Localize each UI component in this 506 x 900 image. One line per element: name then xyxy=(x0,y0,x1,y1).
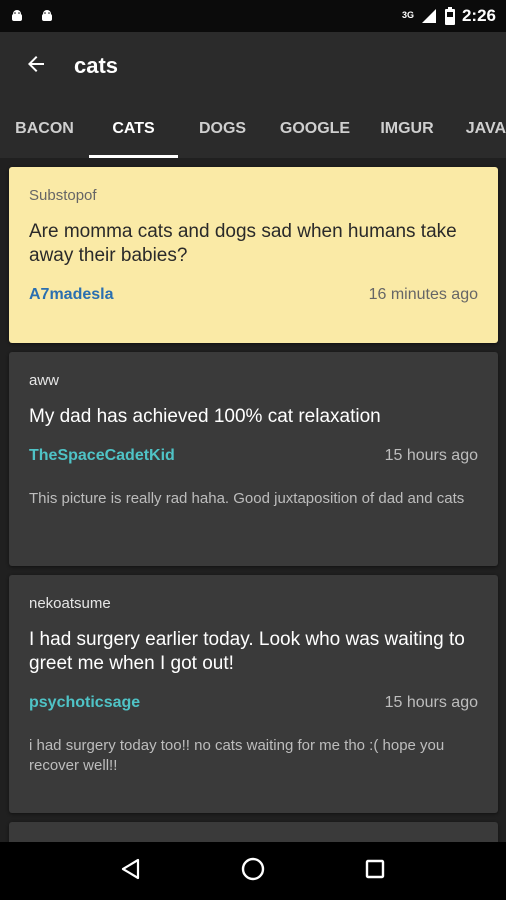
post-comment: This picture is really rad haha. Good ju… xyxy=(29,490,465,507)
post-time: 16 minutes ago xyxy=(368,286,478,303)
post-subreddit[interactable]: nekoatsume xyxy=(29,595,478,612)
post-author[interactable]: psychoticsage xyxy=(29,694,140,712)
post-time: 15 hours ago xyxy=(384,694,478,711)
android-icon xyxy=(40,9,54,23)
tab-imgur[interactable]: IMGUR xyxy=(363,100,451,158)
signal-icon xyxy=(420,7,438,25)
home-circle-icon xyxy=(240,856,266,887)
tab-google[interactable]: GOOGLE xyxy=(267,100,363,158)
post-title[interactable]: My dad has achieved 100% cat relaxation xyxy=(29,405,478,429)
post-comment: i had surgery today too!! no cats waitin… xyxy=(29,737,445,774)
post-subreddit[interactable]: Substopof xyxy=(29,187,478,204)
nav-home-button[interactable] xyxy=(229,847,277,895)
post-author[interactable]: A7madesla xyxy=(29,286,114,304)
nav-recents-button[interactable] xyxy=(351,847,399,895)
post-card[interactable]: Substopof Are momma cats and dogs sad wh… xyxy=(9,167,498,343)
nav-back-button[interactable] xyxy=(107,847,155,895)
tab-bacon[interactable]: BACON xyxy=(0,100,89,158)
post-subreddit[interactable]: aww xyxy=(29,372,478,389)
post-feed[interactable]: Substopof Are momma cats and dogs sad wh… xyxy=(0,158,506,842)
tab-java[interactable]: JAVA xyxy=(451,100,506,158)
post-author[interactable]: TheSpaceCadetKid xyxy=(29,447,175,465)
tab-dogs[interactable]: DOGS xyxy=(178,100,267,158)
android-icon xyxy=(10,9,24,23)
tab-bar: BACON CATS DOGS GOOGLE IMGUR JAVA xyxy=(0,100,506,158)
status-time: 2:26 xyxy=(461,6,496,25)
app-bar: cats xyxy=(0,32,506,100)
back-triangle-icon xyxy=(119,857,143,886)
recents-square-icon xyxy=(364,858,386,885)
post-card[interactable]: nekoatsume I had surgery earlier today. … xyxy=(9,575,498,813)
post-card[interactable]: aww My dad has achieved 100% cat relaxat… xyxy=(9,352,498,566)
post-title[interactable]: I had surgery earlier today. Look who wa… xyxy=(29,628,478,676)
battery-icon xyxy=(444,7,456,25)
tab-java-label: JAVA xyxy=(465,120,506,137)
tab-cats[interactable]: CATS xyxy=(89,100,178,158)
arrow-back-icon xyxy=(24,52,48,81)
post-card-partial[interactable] xyxy=(9,822,498,842)
post-time: 15 hours ago xyxy=(384,447,478,464)
post-title[interactable]: Are momma cats and dogs sad when humans … xyxy=(29,220,478,268)
system-nav-bar xyxy=(0,842,506,900)
network-type: 3G xyxy=(401,10,414,20)
page-title: cats xyxy=(74,53,119,78)
back-button[interactable] xyxy=(8,38,64,94)
status-bar: 3G 2:26 xyxy=(0,0,506,32)
